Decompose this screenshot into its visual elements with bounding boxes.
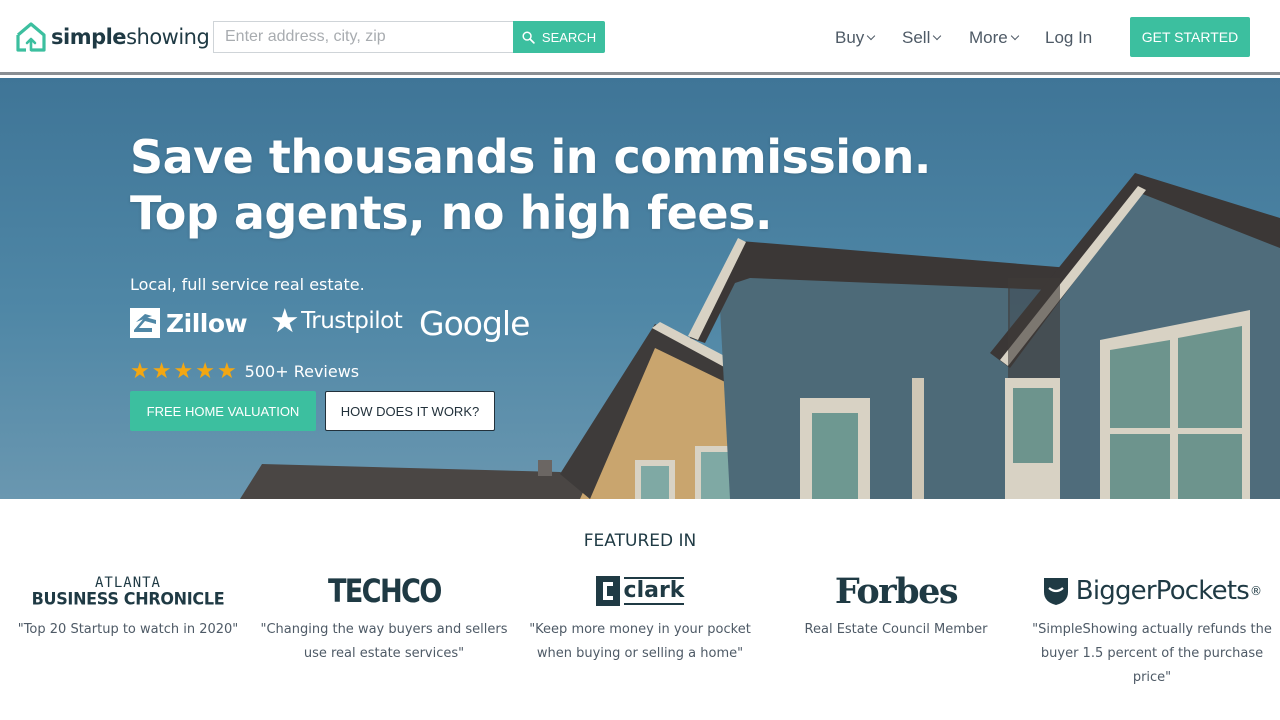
clark-lockup: clark (595, 576, 685, 606)
star-icon: ★ (216, 358, 237, 383)
trustpilot-star-icon: ★ (270, 301, 300, 340)
featured-quote: "SimpleShowing actually refunds the buye… (1032, 622, 1272, 685)
search-button[interactable]: SEARCH (513, 21, 605, 53)
clark-mark-icon (595, 576, 620, 606)
featured-item-techco: TECHCO "Changing the way buyers and sell… (259, 568, 509, 666)
biggerpockets-shield-icon (1043, 578, 1068, 605)
clark-logo[interactable]: clark (515, 568, 765, 614)
nav-more[interactable]: More (969, 26, 1019, 50)
chevron-down-icon (867, 31, 876, 41)
featured-item-clark: clark "Keep more money in your pocket wh… (515, 568, 765, 666)
simpleshowing-logo[interactable]: simpleshowing (15, 21, 210, 53)
free-home-valuation-button[interactable]: FREE HOME VALUATION (130, 391, 316, 431)
house-logo-icon (16, 22, 46, 52)
star-icon: ★ (130, 358, 150, 383)
featured-in-heading: FEATURED IN (583, 531, 697, 551)
rating: ★ ★ ★ ★ ★ 500+ Reviews (130, 359, 359, 383)
chevron-down-icon (933, 31, 942, 41)
featured-quote: "Keep more money in your pocket when buy… (529, 622, 751, 661)
techco-logo[interactable]: TECHCO (259, 568, 509, 614)
featured-item-forbes: Forbes Real Estate Council Member (771, 568, 1021, 642)
how-does-it-work-button[interactable]: HOW DOES IT WORK? (325, 391, 495, 431)
google-wordmark: Google (419, 304, 530, 343)
site-header: simpleshowing SEARCH Buy Sell More Log I… (0, 0, 1280, 75)
forbes-wordmark: Forbes (834, 570, 959, 612)
star-icon: ★ (151, 358, 172, 383)
zillow-icon (130, 308, 160, 338)
registered-mark: ® (1249, 584, 1262, 598)
nav-login[interactable]: Log In (1045, 26, 1092, 50)
clark-wordmark: clark (623, 577, 685, 605)
forbes-logo[interactable]: Forbes (771, 568, 1021, 614)
biggerpockets-lockup: BiggerPockets ® (1043, 576, 1262, 606)
trustpilot-wordmark: Trustpilot (301, 308, 403, 334)
hero-headline: Save thousands in commission. Top agents… (130, 129, 931, 241)
search-icon (522, 30, 535, 44)
featured-item-biggerpockets: BiggerPockets ® "SimpleShowing actually r… (1027, 568, 1277, 690)
nav-more-label: More (969, 28, 1008, 47)
star-icon: ★ (173, 358, 194, 383)
address-search-input[interactable] (213, 21, 513, 53)
biggerpockets-logo[interactable]: BiggerPockets ® (1027, 568, 1277, 614)
atlanta-business-chronicle-logo[interactable]: ATLANTA BUSINESS CHRONICLE (3, 568, 253, 614)
zillow-logo: Zillow (130, 308, 248, 338)
chevron-down-icon (1010, 31, 1019, 41)
biggerpockets-wordmark: BiggerPockets (1075, 576, 1250, 606)
logo-wordmark: simpleshowing (51, 25, 210, 49)
nav-login-label: Log In (1045, 28, 1093, 47)
reviews-count: 500+ Reviews (244, 361, 360, 381)
hero-headline-line1: Save thousands in commission. (130, 130, 931, 184)
abc-logo-line2: BUSINESS CHRONICLE (31, 588, 225, 609)
featured-quote: "Top 20 Startup to watch in 2020" (17, 622, 239, 637)
hero-section: Save thousands in commission. Top agents… (0, 78, 1280, 499)
google-logo: Google (419, 304, 530, 343)
nav-sell[interactable]: Sell (902, 26, 942, 50)
featured-quote: Real Estate Council Member (804, 622, 988, 637)
get-started-button[interactable]: GET STARTED (1130, 17, 1250, 57)
search-button-label: SEARCH (541, 29, 597, 45)
nav-buy[interactable]: Buy (835, 26, 876, 50)
hero-headline-line2: Top agents, no high fees. (130, 186, 772, 240)
techco-wordmark: TECHCO (327, 572, 442, 610)
featured-quote: "Changing the way buyers and sellers use… (260, 622, 508, 661)
nav-buy-label: Buy (835, 28, 865, 47)
star-icon: ★ (195, 358, 215, 383)
featured-item-atlanta-business-chronicle: ATLANTA BUSINESS CHRONICLE "Top 20 Start… (3, 568, 253, 642)
zillow-wordmark: Zillow (166, 308, 248, 338)
hero-subtitle: Local, full service real estate. (130, 275, 365, 294)
trustpilot-logo: ★ Trustpilot (270, 301, 403, 340)
nav-sell-label: Sell (902, 28, 931, 47)
